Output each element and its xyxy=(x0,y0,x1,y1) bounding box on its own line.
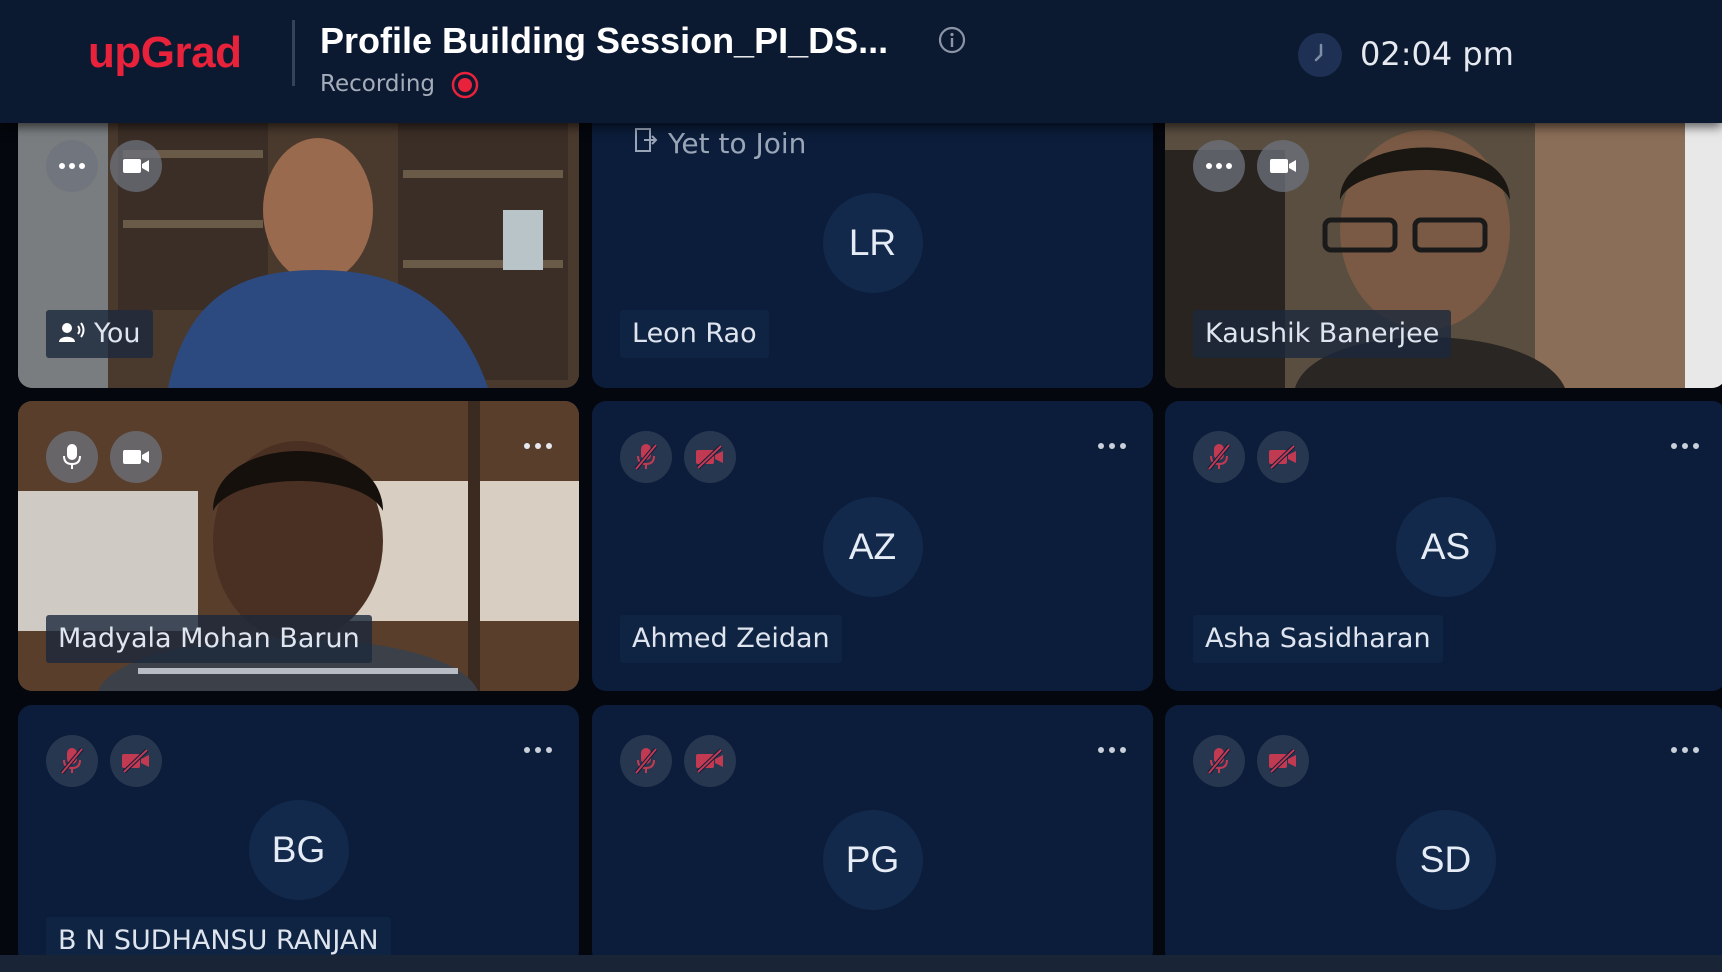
participant-tile-ahmed-zeidan[interactable]: AZ Ahmed Zeidan xyxy=(592,401,1153,691)
camera-off-icon[interactable] xyxy=(684,735,736,787)
participant-tile-madyala-mohan-barun[interactable]: Madyala Mohan Barun xyxy=(18,401,579,691)
participant-tile-leon-rao[interactable]: Yet to Join LR Leon Rao xyxy=(592,110,1153,388)
more-options-button[interactable] xyxy=(523,435,553,454)
participant-name: Ahmed Zeidan xyxy=(620,615,842,663)
mic-off-icon[interactable] xyxy=(1193,431,1245,483)
more-options-button[interactable] xyxy=(1097,435,1127,454)
session-title: Profile Building Session_PI_DS... xyxy=(320,20,889,61)
avatar: PG xyxy=(822,810,923,910)
camera-icon[interactable] xyxy=(110,431,162,483)
clock-icon xyxy=(1297,32,1343,82)
upgrad-logo: upGrad xyxy=(88,28,242,77)
participant-tile-you[interactable]: You xyxy=(18,110,579,388)
speaker-icon xyxy=(58,311,86,359)
more-options-button[interactable] xyxy=(523,739,553,758)
more-options-button[interactable] xyxy=(1097,739,1127,758)
top-header: upGrad Profile Building Session_PI_DS...… xyxy=(0,0,1722,123)
camera-icon[interactable] xyxy=(110,140,162,192)
participant-name: Asha Sasidharan xyxy=(1193,615,1443,663)
meeting-clock: 02:04 pm xyxy=(1360,35,1514,73)
participant-name: Kaushik Banerjee xyxy=(1193,310,1452,358)
mic-off-icon[interactable] xyxy=(620,735,672,787)
participant-tile-sd[interactable]: SD xyxy=(1165,705,1722,965)
more-options-button[interactable] xyxy=(46,140,98,192)
bottom-toolbar xyxy=(0,955,1722,972)
avatar: AS xyxy=(1395,497,1496,597)
participant-tile-bn-sudhansu-ranjan[interactable]: BG B N SUDHANSU RANJAN xyxy=(18,705,579,965)
participant-name: You xyxy=(94,318,141,349)
header-divider xyxy=(292,20,295,86)
participant-tile-asha-sasidharan[interactable]: AS Asha Sasidharan xyxy=(1165,401,1722,691)
participant-tile-kaushik-banerjee[interactable]: Kaushik Banerjee xyxy=(1165,110,1722,388)
info-icon[interactable] xyxy=(937,25,967,59)
avatar: AZ xyxy=(822,497,923,597)
participant-name: Madyala Mohan Barun xyxy=(46,615,372,663)
more-options-button[interactable] xyxy=(1670,739,1700,758)
mic-off-icon[interactable] xyxy=(1193,735,1245,787)
camera-off-icon[interactable] xyxy=(110,735,162,787)
avatar: LR xyxy=(822,193,923,293)
participant-name-tag: You xyxy=(46,310,153,358)
avatar: BG xyxy=(248,800,349,900)
camera-off-icon[interactable] xyxy=(1257,431,1309,483)
mic-off-icon[interactable] xyxy=(620,431,672,483)
avatar: SD xyxy=(1395,810,1496,910)
participant-name: Leon Rao xyxy=(620,310,769,358)
mic-off-icon[interactable] xyxy=(46,735,98,787)
exit-door-icon xyxy=(634,127,658,160)
camera-off-icon[interactable] xyxy=(1257,735,1309,787)
yet-to-join-status: Yet to Join xyxy=(634,124,806,162)
more-options-button[interactable] xyxy=(1670,435,1700,454)
yet-to-join-label: Yet to Join xyxy=(668,126,807,160)
camera-off-icon[interactable] xyxy=(684,431,736,483)
camera-icon[interactable] xyxy=(1257,140,1309,192)
participant-tile-pg[interactable]: PG xyxy=(592,705,1153,965)
recording-indicator-icon xyxy=(451,71,479,103)
microphone-icon[interactable] xyxy=(46,431,98,483)
recording-label: Recording xyxy=(320,71,436,97)
participant-grid: You Yet to Join LR Leon Rao Kaushik Bane… xyxy=(0,0,1722,965)
more-options-button[interactable] xyxy=(1193,140,1245,192)
